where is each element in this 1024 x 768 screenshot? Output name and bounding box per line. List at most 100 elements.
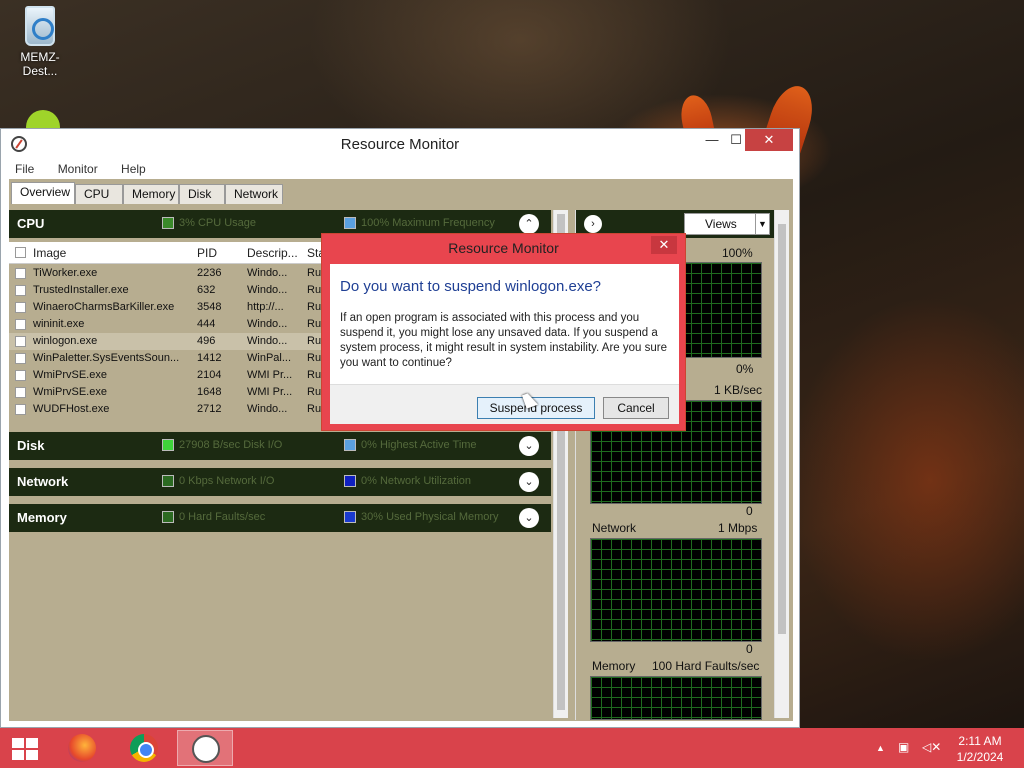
network-graph-max: 1 Mbps bbox=[718, 521, 758, 535]
collapse-pane-icon[interactable]: › bbox=[584, 215, 602, 233]
system-clock[interactable]: 2:11 AM 1/2/2024 bbox=[948, 733, 1012, 765]
cell-description: WMI Pr... bbox=[247, 369, 293, 381]
cell-image: TrustedInstaller.exe bbox=[33, 284, 129, 296]
show-hidden-icons-chevron-icon[interactable]: ▲ bbox=[876, 743, 885, 753]
row-checkbox[interactable] bbox=[15, 302, 26, 313]
disk-section-header[interactable]: Disk 27908 B/sec Disk I/O 0% Highest Act… bbox=[9, 432, 551, 460]
tab-memory[interactable]: Memory bbox=[123, 184, 179, 204]
memory-used-indicator bbox=[344, 511, 356, 523]
windows-logo-icon bbox=[12, 750, 24, 760]
cell-status: Ru bbox=[307, 352, 322, 364]
tab-network[interactable]: Network bbox=[225, 184, 283, 204]
network-graph bbox=[590, 538, 762, 642]
taskbar-chrome[interactable] bbox=[116, 730, 172, 766]
network-section-header[interactable]: Network 0 Kbps Network I/O 0% Network Ut… bbox=[9, 468, 551, 496]
network-section-title: Network bbox=[17, 474, 69, 489]
views-label: Views bbox=[705, 217, 737, 231]
taskbar-firefox[interactable] bbox=[54, 730, 110, 766]
cell-description: Windo... bbox=[247, 335, 288, 347]
desktop-icon-recycle-bin[interactable]: MEMZ-Dest... bbox=[4, 6, 76, 78]
cell-status: Ru bbox=[307, 369, 322, 381]
row-checkbox[interactable] bbox=[15, 319, 26, 330]
cell-image: WmiPrvSE.exe bbox=[33, 386, 107, 398]
start-button[interactable] bbox=[12, 738, 38, 760]
suspend-confirm-dialog: Resource Monitor ✕ Do you want to suspen… bbox=[321, 233, 686, 431]
cancel-button[interactable]: Cancel bbox=[603, 397, 669, 419]
cell-description: http://... bbox=[247, 301, 284, 313]
cell-status: Ru bbox=[307, 284, 322, 296]
cell-image: WUDFHost.exe bbox=[33, 403, 110, 415]
row-checkbox[interactable] bbox=[15, 285, 26, 296]
dropdown-arrow-icon: ▼ bbox=[755, 214, 769, 234]
select-all-checkbox[interactable] bbox=[15, 247, 26, 258]
column-image[interactable]: Image bbox=[33, 246, 66, 260]
disk-section-title: Disk bbox=[17, 438, 45, 453]
cell-status: Ru bbox=[307, 386, 322, 398]
network-tray-icon[interactable]: ▣ bbox=[898, 740, 909, 754]
cell-image: winlogon.exe bbox=[33, 335, 98, 347]
desktop-icon-label: MEMZ-Dest... bbox=[20, 50, 60, 78]
menu-monitor[interactable]: Monitor bbox=[58, 159, 98, 179]
taskbar-resource-monitor[interactable] bbox=[177, 730, 233, 766]
cell-description: Windo... bbox=[247, 403, 288, 415]
disk-graph-min: 0 bbox=[746, 504, 753, 518]
cell-pid: 496 bbox=[197, 335, 216, 347]
memory-section-title: Memory bbox=[17, 510, 67, 525]
row-checkbox[interactable] bbox=[15, 387, 26, 398]
memory-graph bbox=[590, 676, 762, 720]
scrollbar-thumb[interactable] bbox=[778, 224, 786, 634]
cpu-usage-text: 3% CPU Usage bbox=[179, 217, 257, 229]
row-checkbox[interactable] bbox=[15, 336, 26, 347]
tab-overview[interactable]: Overview bbox=[11, 182, 75, 204]
cell-status: Ru bbox=[307, 335, 322, 347]
cell-description: Windo... bbox=[247, 318, 288, 330]
column-description[interactable]: Descrip... bbox=[247, 246, 298, 260]
taskbar: ▲ ▣ ◁✕ 2:11 AM 1/2/2024 bbox=[0, 728, 1024, 768]
graph-pane-scrollbar[interactable] bbox=[774, 210, 789, 718]
network-graph-min: 0 bbox=[746, 642, 753, 656]
cell-pid: 3548 bbox=[197, 301, 222, 313]
row-checkbox[interactable] bbox=[15, 404, 26, 415]
row-checkbox[interactable] bbox=[15, 370, 26, 381]
disk-io-indicator bbox=[162, 439, 174, 451]
cpu-usage-indicator bbox=[162, 217, 174, 229]
tab-disk[interactable]: Disk bbox=[179, 184, 225, 204]
disk-active-indicator bbox=[344, 439, 356, 451]
cpu-graph-max: 100% bbox=[722, 246, 753, 260]
window-title: Resource Monitor bbox=[340, 136, 460, 153]
memory-used-text: 30% Used Physical Memory bbox=[361, 511, 499, 523]
cell-description: Windo... bbox=[247, 267, 288, 279]
cell-status: Ru bbox=[307, 318, 322, 330]
close-button[interactable]: ✕ bbox=[745, 129, 793, 151]
cell-image: WinPaletter.SysEventsSoun... bbox=[33, 352, 180, 364]
title-bar[interactable]: Resource Monitor — ☐ ✕ bbox=[1, 129, 799, 159]
disk-active-text: 0% Highest Active Time bbox=[361, 439, 477, 451]
cell-image: wininit.exe bbox=[33, 318, 85, 330]
memory-graph-label: Memory bbox=[592, 659, 636, 673]
dialog-message: If an open program is associated with th… bbox=[340, 312, 668, 369]
network-util-text: 0% Network Utilization bbox=[361, 475, 472, 487]
row-checkbox[interactable] bbox=[15, 268, 26, 279]
dialog-close-button[interactable]: ✕ bbox=[651, 236, 677, 254]
column-pid[interactable]: PID bbox=[197, 246, 217, 260]
disk-io-text: 27908 B/sec Disk I/O bbox=[179, 439, 283, 451]
cell-pid: 2104 bbox=[197, 369, 222, 381]
dialog-button-bar: Suspend process Cancel bbox=[330, 384, 679, 424]
volume-muted-icon[interactable]: ◁✕ bbox=[922, 740, 941, 754]
memory-section-header[interactable]: Memory 0 Hard Faults/sec 30% Used Physic… bbox=[9, 504, 551, 532]
cell-status: Ru bbox=[307, 301, 322, 313]
expand-chevron-icon[interactable]: ⌄ bbox=[519, 436, 539, 456]
expand-chevron-icon[interactable]: ⌄ bbox=[519, 508, 539, 528]
network-util-indicator bbox=[344, 475, 356, 487]
firefox-icon bbox=[68, 734, 96, 762]
windows-logo-icon bbox=[26, 750, 38, 760]
tab-cpu[interactable]: CPU bbox=[75, 184, 123, 204]
row-checkbox[interactable] bbox=[15, 353, 26, 364]
menu-help[interactable]: Help bbox=[121, 159, 146, 179]
cell-status: Ru bbox=[307, 267, 322, 279]
views-dropdown[interactable]: Views ▼ bbox=[684, 213, 770, 235]
menu-file[interactable]: File bbox=[15, 159, 34, 179]
resource-monitor-icon bbox=[192, 735, 220, 763]
collapse-chevron-icon[interactable]: ⌃ bbox=[519, 214, 539, 234]
expand-chevron-icon[interactable]: ⌄ bbox=[519, 472, 539, 492]
